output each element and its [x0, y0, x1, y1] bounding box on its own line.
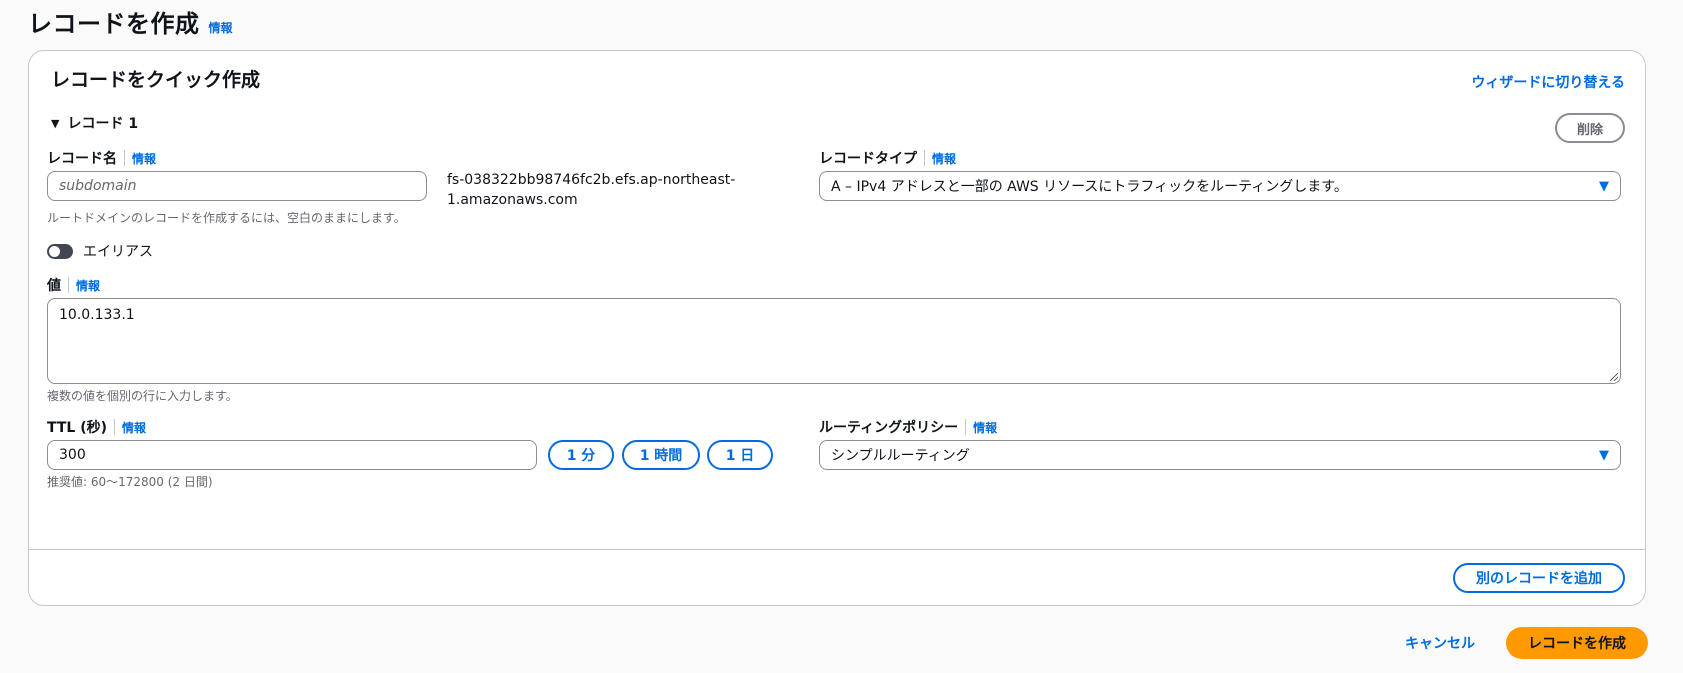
ttl-1-day-button[interactable]: 1 日 — [707, 440, 773, 470]
label-divider — [124, 150, 125, 166]
alias-toggle-row: エイリアス — [47, 241, 153, 261]
routing-policy-info-link[interactable]: 情報 — [973, 419, 997, 436]
domain-suffix-line1: fs-038322bb98746fc2b.efs.ap-northeast- — [447, 172, 736, 188]
create-records-button[interactable]: レコードを作成 — [1506, 627, 1648, 659]
add-another-record-button[interactable]: 別のレコードを追加 — [1453, 563, 1625, 593]
value-info-link[interactable]: 情報 — [76, 277, 100, 294]
ttl-value: 300 — [59, 447, 86, 463]
page-title: レコードを作成 — [28, 10, 200, 38]
value-textarea[interactable]: 10.0.133.1 — [47, 298, 1621, 384]
ttl-hint: 推奨値: 60〜172800 (2 日間) — [47, 475, 213, 489]
record-name-placeholder: subdomain — [59, 178, 137, 194]
record-type-info-link[interactable]: 情報 — [932, 150, 956, 167]
alias-toggle[interactable] — [47, 243, 73, 259]
record-type-select[interactable]: A – IPv4 アドレスと一部の AWS リソースにトラフィックをルーティング… — [819, 171, 1621, 201]
record-type-selected: A – IPv4 アドレスと一部の AWS リソースにトラフィックをルーティング… — [831, 179, 1348, 195]
toggle-knob — [49, 245, 60, 257]
record-name-hint: ルートドメインのレコードを作成するには、空白のままにします。 — [47, 211, 406, 225]
delete-record-button[interactable]: 削除 — [1555, 113, 1625, 143]
record-name-info-link[interactable]: 情報 — [132, 150, 156, 167]
caret-down-icon: ▼ — [51, 116, 60, 130]
value-hint: 複数の値を個別の行に入力します。 — [47, 389, 238, 403]
routing-policy-selected: シンプルルーティング — [831, 448, 970, 464]
routing-policy-label: ルーティングポリシー — [819, 420, 959, 436]
value-text: 10.0.133.1 — [59, 307, 135, 323]
routing-policy-label-row: ルーティングポリシー 情報 — [819, 417, 997, 437]
record-type-label: レコードタイプ — [819, 151, 917, 167]
quick-create-title: レコードをクイック作成 — [51, 69, 261, 91]
domain-suffix-line2: 1.amazonaws.com — [447, 192, 578, 208]
record-section-toggle[interactable]: ▼ レコード 1 — [51, 113, 138, 133]
value-label: 値 — [47, 278, 61, 294]
resize-handle-icon[interactable] — [1610, 373, 1618, 381]
label-divider — [68, 277, 69, 293]
section-divider — [29, 549, 1645, 550]
cancel-button[interactable]: キャンセル — [1405, 633, 1475, 653]
record-type-label-row: レコードタイプ 情報 — [819, 148, 956, 168]
ttl-label: TTL (秒) — [47, 420, 108, 436]
page-info-link[interactable]: 情報 — [209, 19, 233, 36]
ttl-input[interactable]: 300 — [47, 440, 537, 470]
dropdown-caret-icon: ▼ — [1599, 447, 1609, 463]
ttl-label-row: TTL (秒) 情報 — [47, 417, 146, 437]
alias-label: エイリアス — [83, 244, 153, 260]
ttl-1-minute-button[interactable]: 1 分 — [548, 440, 614, 470]
dropdown-caret-icon: ▼ — [1599, 178, 1609, 194]
label-divider — [924, 150, 925, 166]
domain-suffix: fs-038322bb98746fc2b.efs.ap-northeast- 1… — [447, 170, 735, 210]
quick-create-container: レコードをクイック作成 ウィザードに切り替える ▼ レコード 1 削除 レコード… — [28, 50, 1646, 606]
value-label-row: 値 情報 — [47, 275, 100, 295]
page-header: レコードを作成 情報 — [28, 4, 233, 39]
label-divider — [965, 419, 967, 435]
record-section-title: レコード 1 — [67, 116, 139, 132]
label-divider — [114, 419, 116, 435]
record-name-label: レコード名 — [47, 151, 117, 167]
record-name-label-row: レコード名 情報 — [47, 148, 156, 168]
switch-to-wizard-link[interactable]: ウィザードに切り替える — [1471, 72, 1625, 92]
record-name-input[interactable]: subdomain — [47, 171, 427, 201]
ttl-info-link[interactable]: 情報 — [122, 419, 146, 436]
ttl-1-hour-button[interactable]: 1 時間 — [622, 440, 700, 470]
routing-policy-select[interactable]: シンプルルーティング ▼ — [819, 440, 1621, 470]
